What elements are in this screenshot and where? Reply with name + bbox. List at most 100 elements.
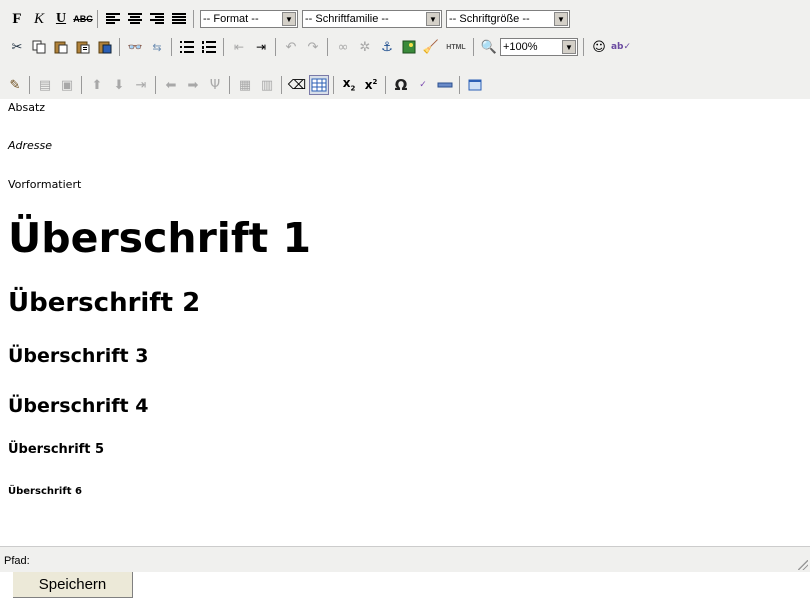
align-center-button[interactable] xyxy=(125,9,145,29)
split-cells-button[interactable]: ▦ xyxy=(235,75,255,95)
horizontal-rule-button[interactable] xyxy=(435,75,455,95)
undo-button[interactable]: ↶ xyxy=(281,37,301,57)
outdent-button[interactable]: ⇤ xyxy=(229,37,249,57)
resize-grip-icon[interactable] xyxy=(798,560,808,570)
fullscreen-button[interactable] xyxy=(465,75,485,95)
zoom-select[interactable]: +100% ▼ xyxy=(500,38,578,56)
edit-style-icon: ✎ xyxy=(9,77,21,93)
toolbar-separator xyxy=(171,38,172,56)
heading-4: Überschrift 4 xyxy=(8,395,149,417)
outdent-icon: ⇤ xyxy=(233,40,245,54)
align-justify-button[interactable] xyxy=(169,9,189,29)
align-left-button[interactable] xyxy=(103,9,123,29)
anchor-button[interactable]: ⚓ xyxy=(377,37,397,57)
eraser-icon: ⌫ xyxy=(287,77,307,93)
toolbar-row-1: F K U ABC -- Format -- ▼ -- Schriftfamil… xyxy=(0,6,572,32)
edit-css-button[interactable]: ✎ xyxy=(5,75,25,95)
spellcheck-button[interactable]: ab✓ xyxy=(611,37,631,57)
special-char-button[interactable]: Ω xyxy=(391,75,411,95)
replace-icon: ⇆ xyxy=(152,40,162,54)
editor-toolbar: F K U ABC -- Format -- ▼ -- Schriftfamil… xyxy=(0,0,810,99)
unlink-button[interactable]: ✲ xyxy=(355,37,375,57)
image-button[interactable] xyxy=(399,37,419,57)
address-text: Adresse xyxy=(8,139,53,152)
toolbar-separator xyxy=(223,38,224,56)
insert-row-before-button[interactable]: ⬆ xyxy=(87,75,107,95)
cell-props-icon: ▣ xyxy=(60,77,74,93)
chevron-down-icon: ▼ xyxy=(282,12,296,26)
toolbar-separator xyxy=(81,76,82,94)
indent-button[interactable]: ⇥ xyxy=(251,37,271,57)
heading-2: Überschrift 2 xyxy=(8,288,201,318)
format-select-value: -- Format -- xyxy=(203,13,259,25)
paste-word-icon xyxy=(98,41,112,54)
path-label: Pfad: xyxy=(4,555,30,567)
merge-cells-button[interactable]: ▥ xyxy=(257,75,277,95)
insert-col-before-button[interactable]: ⬅ xyxy=(161,75,181,95)
numbered-list-button[interactable] xyxy=(199,37,219,57)
heading-5: Überschrift 5 xyxy=(8,442,105,457)
fullscreen-icon xyxy=(468,79,482,91)
redo-icon: ↷ xyxy=(307,39,319,55)
horizontal-rule-icon xyxy=(437,82,453,88)
cell-props-button[interactable]: ▣ xyxy=(57,75,77,95)
heading-3: Überschrift 3 xyxy=(8,345,149,367)
smiley-icon: ☺ xyxy=(592,39,606,55)
chevron-down-icon: ▼ xyxy=(554,12,568,26)
toolbar-separator xyxy=(473,38,474,56)
insert-row-after-button[interactable]: ⬇ xyxy=(109,75,129,95)
binoculars-icon: 👓 xyxy=(127,40,143,54)
anchor-icon: ⚓ xyxy=(381,39,393,55)
emoticon-button[interactable]: ☺ xyxy=(589,37,609,57)
spellcheck-abc-button[interactable]: ✓ xyxy=(413,75,433,95)
preformatted-text: Vorformatiert xyxy=(8,178,82,191)
save-button[interactable]: Speichern xyxy=(13,572,133,598)
align-justify-icon xyxy=(172,13,186,24)
cleanup-button[interactable]: 🧹 xyxy=(421,37,441,57)
delete-col-button[interactable]: Ψ xyxy=(205,75,225,95)
insert-row-after-icon: ⬇ xyxy=(113,77,125,93)
subscript-button[interactable]: x2 xyxy=(339,75,359,95)
paste-word-button[interactable] xyxy=(95,37,115,57)
html-icon: HTML xyxy=(446,43,466,51)
copy-icon xyxy=(32,40,46,54)
toolbar-separator xyxy=(229,76,230,94)
paste-button[interactable] xyxy=(51,37,71,57)
zoom-button[interactable]: 🔍 xyxy=(479,37,499,57)
toolbar-separator xyxy=(29,76,30,94)
toolbar-separator xyxy=(333,76,334,94)
toolbar-separator xyxy=(281,76,282,94)
toolbar-separator xyxy=(119,38,120,56)
replace-button[interactable]: ⇆ xyxy=(147,37,167,57)
format-select[interactable]: -- Format -- ▼ xyxy=(200,10,298,28)
redo-button[interactable]: ↷ xyxy=(303,37,323,57)
bullet-list-icon xyxy=(180,41,194,53)
heading-1: Überschrift 1 xyxy=(8,214,312,262)
insert-col-after-button[interactable]: ➡ xyxy=(183,75,203,95)
html-source-button[interactable]: HTML xyxy=(443,37,469,57)
table-button[interactable] xyxy=(309,75,329,95)
paste-text-icon xyxy=(76,41,90,54)
delete-row-button[interactable]: ⇥ xyxy=(131,75,151,95)
editor-content-area[interactable]: Absatz Adresse Vorformatiert Überschrift… xyxy=(0,99,810,546)
omega-icon: Ω xyxy=(394,75,408,94)
superscript-button[interactable]: x2 xyxy=(361,75,381,95)
paste-text-button[interactable] xyxy=(73,37,93,57)
insert-col-before-icon: ⬅ xyxy=(165,77,177,93)
bold-button[interactable]: F xyxy=(7,9,27,29)
italic-button[interactable]: K xyxy=(29,9,49,29)
eraser-button[interactable]: ⌫ xyxy=(287,75,307,95)
font-family-select[interactable]: -- Schriftfamilie -- ▼ xyxy=(302,10,442,28)
cut-button[interactable]: ✂ xyxy=(7,37,27,57)
align-right-icon xyxy=(150,13,164,24)
find-button[interactable]: 👓 xyxy=(125,37,145,57)
copy-button[interactable] xyxy=(29,37,49,57)
link-button[interactable]: ∞ xyxy=(333,37,353,57)
font-size-select[interactable]: -- Schriftgröße -- ▼ xyxy=(446,10,570,28)
bullet-list-button[interactable] xyxy=(177,37,197,57)
row-props-button[interactable]: ▤ xyxy=(35,75,55,95)
underline-button[interactable]: U xyxy=(51,9,71,29)
strikethrough-button[interactable]: ABC xyxy=(73,9,93,29)
align-right-button[interactable] xyxy=(147,9,167,29)
paragraph-text: Absatz xyxy=(8,101,46,114)
